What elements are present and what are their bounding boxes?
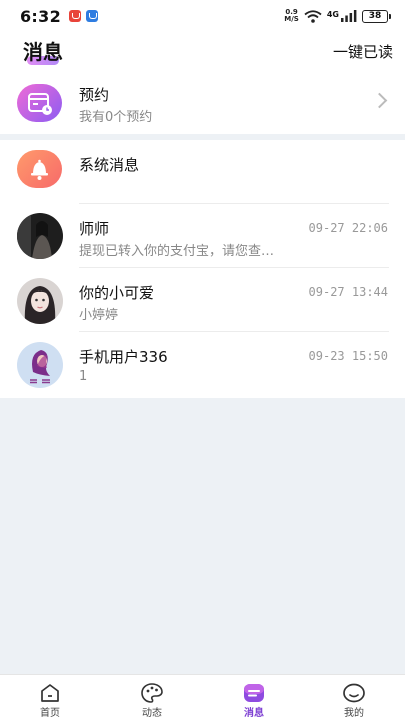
signal-icon [341, 10, 357, 22]
conversation-name: 你的小可爱 [79, 284, 155, 302]
conversation-item[interactable]: 师师 09-27 22:06 提现已转入你的支付宝，请您查… [0, 204, 405, 268]
page-title: 消息 [23, 40, 63, 64]
system-messages-title: 系统消息 [79, 156, 140, 174]
conversation-time: 09-27 22:06 [308, 221, 388, 235]
nav-tab-messages[interactable]: 消息 [224, 675, 284, 720]
network-type: 4G [326, 10, 339, 19]
reservation-title: 预约 [79, 86, 110, 104]
bottom-nav: 首页 动态 消息 我的 [0, 674, 405, 720]
conversation-name: 师师 [79, 220, 110, 238]
home-icon [41, 684, 59, 702]
nav-label-messages: 消息 [244, 708, 264, 719]
notification-app-icon [69, 10, 81, 22]
conversation-item[interactable]: 你的小可爱 09-27 13:44 小婷婷 [0, 268, 405, 332]
conversation-preview: 小婷婷 [79, 308, 119, 323]
page-title-wrap: 消息 [23, 36, 63, 65]
conversation-item[interactable]: 手机用户336 09-23 15:50 1 [0, 332, 405, 398]
message-list: 系统消息 师师 09-27 22:06 提现已转入你的支付宝，请您查… 你的小可… [0, 140, 405, 398]
wifi-icon [304, 9, 322, 23]
header: 消息 一键已读 [0, 32, 405, 72]
chevron-right-icon [371, 92, 388, 109]
nav-label-profile: 我的 [344, 708, 364, 719]
status-time: 6:32 [20, 6, 61, 26]
mark-all-read-button[interactable]: 一键已读 [333, 41, 393, 62]
avatar [17, 278, 63, 324]
calendar-icon [17, 84, 62, 122]
status-bar: 6:32 0.9 M/S 4G 38 [0, 0, 405, 32]
nav-tab-home[interactable]: 首页 [20, 675, 80, 720]
reservation-row[interactable]: 预约 我有0个预约 [0, 72, 405, 134]
nav-label-feed: 动态 [142, 708, 162, 719]
message-icon [244, 684, 264, 702]
reservation-subtitle: 我有0个预约 [79, 110, 153, 125]
conversation-name: 手机用户336 [79, 348, 168, 366]
palette-icon [141, 683, 163, 703]
nav-label-home: 首页 [40, 708, 60, 719]
system-messages-row[interactable]: 系统消息 [0, 140, 405, 204]
bell-icon [17, 150, 62, 188]
conversation-time: 09-23 15:50 [308, 349, 388, 363]
conversation-time: 09-27 13:44 [308, 285, 388, 299]
nav-tab-feed[interactable]: 动态 [122, 675, 182, 720]
avatar [17, 213, 63, 259]
avatar [17, 342, 63, 388]
conversation-preview: 提现已转入你的支付宝，请您查… [79, 244, 275, 259]
battery-icon: 38 [362, 9, 391, 23]
notification-app-icon [86, 10, 98, 22]
profile-icon [343, 683, 365, 703]
conversation-preview: 1 [79, 369, 88, 384]
network-speed: 0.9 M/S [284, 8, 299, 23]
nav-tab-profile[interactable]: 我的 [324, 675, 384, 720]
